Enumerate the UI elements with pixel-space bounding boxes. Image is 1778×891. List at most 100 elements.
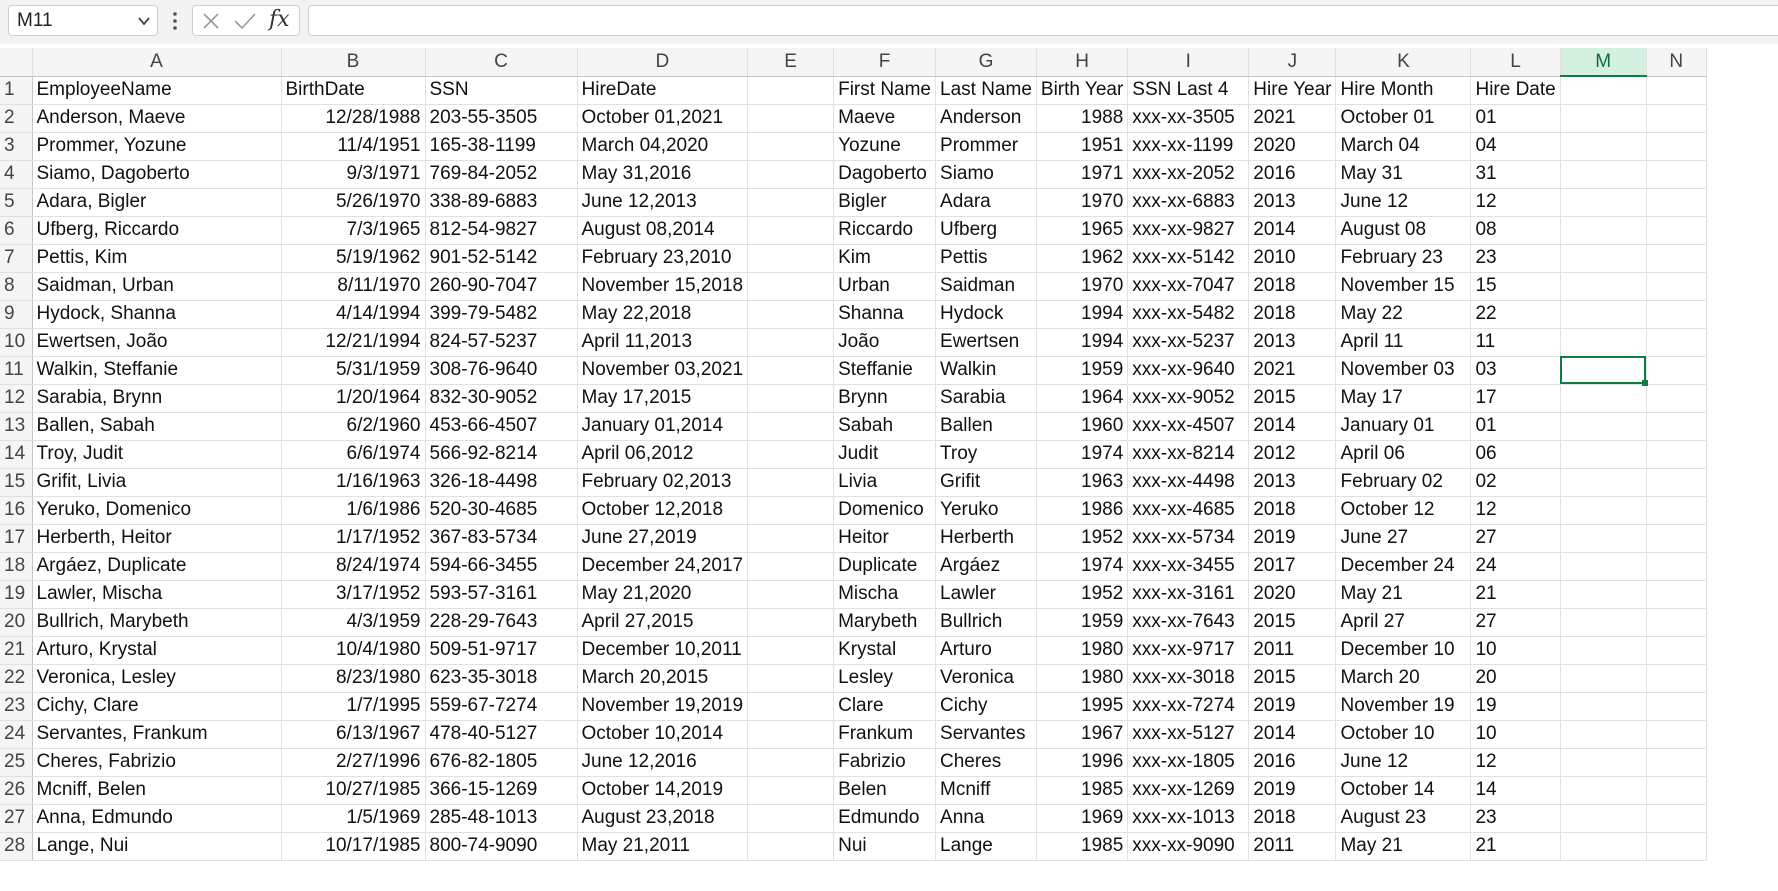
cell-d25[interactable]: June 12,2016 xyxy=(577,748,749,777)
row-header-3[interactable]: 3 xyxy=(0,132,33,161)
cell-i17[interactable]: xxx-xx-5734 xyxy=(1127,524,1250,553)
cell-b10[interactable]: 12/21/1994 xyxy=(281,328,426,357)
cell-n22[interactable] xyxy=(1646,664,1707,693)
cell-k25[interactable]: June 12 xyxy=(1335,748,1472,777)
cell-f16[interactable]: Domenico xyxy=(833,496,937,525)
formula-input[interactable] xyxy=(308,5,1778,36)
cell-n15[interactable] xyxy=(1646,468,1707,497)
cell-l13[interactable]: 01 xyxy=(1470,412,1561,441)
cell-d27[interactable]: August 23,2018 xyxy=(577,804,749,833)
cell-b24[interactable]: 6/13/1967 xyxy=(281,720,426,749)
column-header-d[interactable]: D xyxy=(577,48,749,77)
select-all-corner[interactable] xyxy=(0,48,33,77)
cell-k19[interactable]: May 21 xyxy=(1335,580,1472,609)
cell-g5[interactable]: Adara xyxy=(935,188,1037,217)
cell-h24[interactable]: 1967 xyxy=(1036,720,1129,749)
cell-n5[interactable] xyxy=(1646,188,1707,217)
row-header-18[interactable]: 18 xyxy=(0,552,33,581)
row-header-10[interactable]: 10 xyxy=(0,328,33,357)
cell-m17[interactable] xyxy=(1560,524,1647,553)
cell-d22[interactable]: March 20,2015 xyxy=(577,664,749,693)
column-header-b[interactable]: B xyxy=(281,48,426,77)
cell-a18[interactable]: Argáez, Duplicate xyxy=(32,552,282,581)
cell-j5[interactable]: 2013 xyxy=(1248,188,1337,217)
cell-c4[interactable]: 769-84-2052 xyxy=(425,160,578,189)
cell-h11[interactable]: 1959 xyxy=(1036,356,1129,385)
cell-f2[interactable]: Maeve xyxy=(833,104,937,133)
cell-d28[interactable]: May 21,2011 xyxy=(577,832,749,861)
cell-d24[interactable]: October 10,2014 xyxy=(577,720,749,749)
cell-h28[interactable]: 1985 xyxy=(1036,832,1129,861)
cell-f18[interactable]: Duplicate xyxy=(833,552,937,581)
cell-j18[interactable]: 2017 xyxy=(1248,552,1337,581)
cell-n20[interactable] xyxy=(1646,608,1707,637)
cell-e20[interactable] xyxy=(747,608,835,637)
cell-j11[interactable]: 2021 xyxy=(1248,356,1337,385)
cell-n21[interactable] xyxy=(1646,636,1707,665)
cell-f25[interactable]: Fabrizio xyxy=(833,748,937,777)
cell-d2[interactable]: October 01,2021 xyxy=(577,104,749,133)
cell-n26[interactable] xyxy=(1646,776,1707,805)
row-header-16[interactable]: 16 xyxy=(0,496,33,525)
cell-a13[interactable]: Ballen, Sabah xyxy=(32,412,282,441)
cell-l22[interactable]: 20 xyxy=(1470,664,1561,693)
cell-b26[interactable]: 10/27/1985 xyxy=(281,776,426,805)
cell-b13[interactable]: 6/2/1960 xyxy=(281,412,426,441)
cell-c9[interactable]: 399-79-5482 xyxy=(425,300,578,329)
cell-h1[interactable]: Birth Year xyxy=(1036,76,1129,105)
cell-i19[interactable]: xxx-xx-3161 xyxy=(1127,580,1250,609)
cell-d17[interactable]: June 27,2019 xyxy=(577,524,749,553)
cell-a7[interactable]: Pettis, Kim xyxy=(32,244,282,273)
cell-m1[interactable] xyxy=(1560,76,1647,105)
cell-m2[interactable] xyxy=(1560,104,1647,133)
fill-handle[interactable] xyxy=(1642,380,1649,386)
cell-n8[interactable] xyxy=(1646,272,1707,301)
cell-l28[interactable]: 21 xyxy=(1470,832,1561,861)
cell-i25[interactable]: xxx-xx-1805 xyxy=(1127,748,1250,777)
cell-d10[interactable]: April 11,2013 xyxy=(577,328,749,357)
column-header-e[interactable]: E xyxy=(747,48,835,77)
cell-m3[interactable] xyxy=(1560,132,1647,161)
cell-n10[interactable] xyxy=(1646,328,1707,357)
cell-f12[interactable]: Brynn xyxy=(833,384,937,413)
cell-e1[interactable] xyxy=(747,76,835,105)
cell-a24[interactable]: Servantes, Frankum xyxy=(32,720,282,749)
cell-j10[interactable]: 2013 xyxy=(1248,328,1337,357)
cell-l8[interactable]: 15 xyxy=(1470,272,1561,301)
cell-n9[interactable] xyxy=(1646,300,1707,329)
cell-m21[interactable] xyxy=(1560,636,1647,665)
cell-g26[interactable]: Mcniff xyxy=(935,776,1037,805)
cell-d16[interactable]: October 12,2018 xyxy=(577,496,749,525)
cell-c23[interactable]: 559-67-7274 xyxy=(425,692,578,721)
cell-b12[interactable]: 1/20/1964 xyxy=(281,384,426,413)
cell-l19[interactable]: 21 xyxy=(1470,580,1561,609)
cell-b2[interactable]: 12/28/1988 xyxy=(281,104,426,133)
cell-n24[interactable] xyxy=(1646,720,1707,749)
cell-l18[interactable]: 24 xyxy=(1470,552,1561,581)
cell-j22[interactable]: 2015 xyxy=(1248,664,1337,693)
cell-k12[interactable]: May 17 xyxy=(1335,384,1472,413)
row-header-21[interactable]: 21 xyxy=(0,636,33,665)
cell-h14[interactable]: 1974 xyxy=(1036,440,1129,469)
cell-b7[interactable]: 5/19/1962 xyxy=(281,244,426,273)
cell-j27[interactable]: 2018 xyxy=(1248,804,1337,833)
more-options-icon[interactable] xyxy=(170,10,180,32)
cell-h13[interactable]: 1960 xyxy=(1036,412,1129,441)
cell-j23[interactable]: 2019 xyxy=(1248,692,1337,721)
row-header-5[interactable]: 5 xyxy=(0,188,33,217)
column-header-i[interactable]: I xyxy=(1127,48,1250,77)
cell-b6[interactable]: 7/3/1965 xyxy=(281,216,426,245)
cell-h2[interactable]: 1988 xyxy=(1036,104,1129,133)
cell-h21[interactable]: 1980 xyxy=(1036,636,1129,665)
cell-c22[interactable]: 623-35-3018 xyxy=(425,664,578,693)
cell-k23[interactable]: November 19 xyxy=(1335,692,1472,721)
row-header-20[interactable]: 20 xyxy=(0,608,33,637)
cell-d11[interactable]: November 03,2021 xyxy=(577,356,749,385)
cell-c10[interactable]: 824-57-5237 xyxy=(425,328,578,357)
cell-g12[interactable]: Sarabia xyxy=(935,384,1037,413)
chevron-down-icon[interactable] xyxy=(137,15,151,27)
cell-i1[interactable]: SSN Last 4 xyxy=(1127,76,1250,105)
cell-d20[interactable]: April 27,2015 xyxy=(577,608,749,637)
cell-e26[interactable] xyxy=(747,776,835,805)
cell-k14[interactable]: April 06 xyxy=(1335,440,1472,469)
